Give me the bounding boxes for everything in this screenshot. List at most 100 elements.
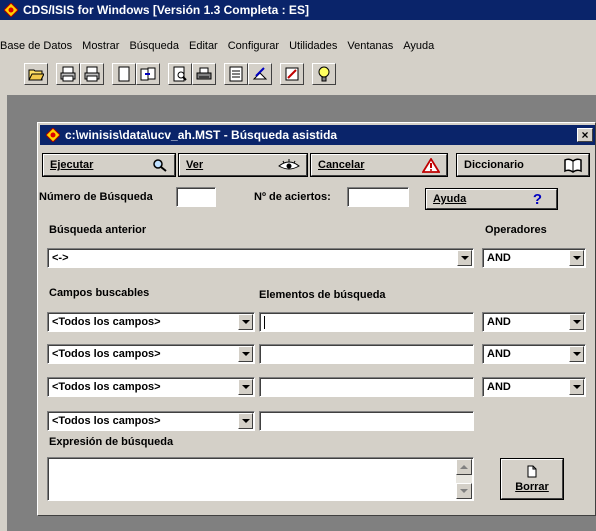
close-button[interactable]: ×	[577, 128, 593, 142]
ayuda-label: Ayuda	[433, 193, 467, 205]
document-icon	[527, 465, 537, 478]
borrar-label: Borrar	[515, 481, 549, 493]
operador-anterior-value: AND	[487, 252, 511, 264]
print-rtf-button[interactable]	[80, 63, 104, 85]
ayuda-button[interactable]: Ayuda ?	[425, 188, 558, 210]
menu-busqueda[interactable]: Búsqueda	[129, 40, 179, 52]
search-dialog: c:\winisis\data\ucv_ah.MST - Búsqueda as…	[37, 122, 596, 516]
warning-icon	[422, 157, 440, 173]
menu-utilidades[interactable]: Utilidades	[289, 40, 337, 52]
campo-combo-1[interactable]: <Todos los campos>	[47, 312, 255, 332]
campo-value-3: <Todos los campos>	[52, 381, 161, 393]
open-folder-icon	[28, 69, 44, 81]
campo-value-4: <Todos los campos>	[52, 415, 161, 427]
operador-value-3: AND	[487, 381, 511, 393]
help-icon: ?	[532, 190, 542, 208]
chevron-down-icon[interactable]	[569, 379, 584, 395]
campos-buscables-label: Campos buscables	[49, 287, 150, 299]
close-icon: ×	[581, 128, 589, 142]
chevron-down-icon[interactable]	[238, 379, 253, 395]
operador-combo-1[interactable]: AND	[482, 312, 586, 332]
pencil-button[interactable]	[280, 63, 304, 85]
expresion-textarea[interactable]	[47, 457, 474, 501]
n-aciertos-label: Nº de aciertos:	[254, 191, 331, 203]
menu-ayuda[interactable]: Ayuda	[403, 40, 434, 52]
menu-mostrar[interactable]: Mostrar	[82, 40, 119, 52]
menu-configurar[interactable]: Configurar	[228, 40, 279, 52]
borrar-button[interactable]: Borrar	[500, 458, 564, 500]
numero-busqueda-field[interactable]	[176, 187, 216, 207]
form-icon	[229, 66, 243, 82]
dialog-titlebar: c:\winisis\data\ucv_ah.MST - Búsqueda as…	[40, 125, 595, 145]
operador-value-1: AND	[487, 316, 511, 328]
lightbulb-button[interactable]	[312, 63, 336, 85]
chevron-down-icon[interactable]	[569, 250, 584, 266]
n-aciertos-field[interactable]	[347, 187, 409, 207]
printer-button[interactable]	[192, 63, 216, 85]
toolbar	[24, 61, 336, 87]
operador-combo-2[interactable]: AND	[482, 344, 586, 364]
elemento-input-1[interactable]	[259, 312, 474, 332]
open-folder-button[interactable]	[24, 63, 48, 85]
vertical-scrollbar[interactable]	[456, 459, 472, 499]
text-caret	[264, 315, 265, 329]
ver-button[interactable]: Ver	[178, 153, 308, 177]
menu-editar[interactable]: Editar	[189, 40, 218, 52]
campo-value-2: <Todos los campos>	[52, 348, 161, 360]
lightbulb-icon	[318, 66, 330, 82]
campo-combo-2[interactable]: <Todos los campos>	[47, 344, 255, 364]
busqueda-anterior-value: <->	[52, 252, 69, 264]
numero-busqueda-label: Número de Búsqueda	[39, 191, 153, 203]
chevron-down-icon[interactable]	[238, 314, 253, 330]
chevron-down-icon[interactable]	[238, 413, 253, 429]
document-icon	[118, 66, 130, 82]
ver-label: Ver	[186, 159, 204, 171]
printer-icon	[196, 67, 212, 80]
copy-doc-icon	[140, 67, 156, 81]
chevron-down-icon[interactable]	[569, 346, 584, 362]
scroll-up-button[interactable]	[456, 459, 472, 475]
preview-button[interactable]	[168, 63, 192, 85]
operadores-label: Operadores	[485, 224, 547, 236]
campo-combo-3[interactable]: <Todos los campos>	[47, 377, 255, 397]
operador-combo-3[interactable]: AND	[482, 377, 586, 397]
chevron-down-icon[interactable]	[569, 314, 584, 330]
print-rtf-icon	[84, 66, 100, 82]
app-icon	[4, 3, 18, 17]
preview-icon	[173, 66, 187, 82]
app-title: CDS/ISIS for Windows [Versión 1.3 Comple…	[23, 3, 309, 17]
operador-anterior-combo[interactable]: AND	[482, 248, 586, 268]
diccionario-label: Diccionario	[464, 159, 524, 171]
document-button[interactable]	[112, 63, 136, 85]
campo-value-1: <Todos los campos>	[52, 316, 161, 328]
chevron-down-icon[interactable]	[238, 346, 253, 362]
print-txt-icon	[60, 66, 76, 82]
app-titlebar: CDS/ISIS for Windows [Versión 1.3 Comple…	[0, 0, 596, 20]
copy-doc-button[interactable]	[136, 63, 160, 85]
ejecutar-button[interactable]: Ejecutar	[42, 153, 176, 177]
elemento-input-3[interactable]	[259, 377, 474, 397]
menu-base-de-datos[interactable]: Base de Datos	[0, 40, 72, 52]
cancelar-button[interactable]: Cancelar	[310, 153, 448, 177]
print-txt-button[interactable]	[56, 63, 80, 85]
chevron-down-icon[interactable]	[457, 250, 472, 266]
busqueda-anterior-combo[interactable]: <->	[47, 248, 474, 268]
menubar: Base de Datos Mostrar Búsqueda Editar Co…	[0, 37, 596, 55]
diccionario-button[interactable]: Diccionario	[456, 153, 590, 177]
busqueda-anterior-label: Búsqueda anterior	[49, 224, 147, 236]
dialog-title: c:\winisis\data\ucv_ah.MST - Búsqueda as…	[65, 128, 338, 142]
edit-form-button[interactable]	[248, 63, 272, 85]
cancelar-label: Cancelar	[318, 159, 365, 171]
edit-form-icon	[252, 67, 268, 80]
book-icon	[564, 157, 582, 173]
scroll-down-button[interactable]	[456, 483, 472, 499]
expresion-label: Expresión de búsqueda	[49, 436, 174, 448]
elementos-busqueda-label: Elementos de búsqueda	[259, 289, 386, 301]
elemento-input-2[interactable]	[259, 344, 474, 364]
campo-combo-4[interactable]: <Todos los campos>	[47, 411, 255, 431]
ejecutar-label: Ejecutar	[50, 159, 94, 171]
dialog-icon	[46, 128, 60, 142]
form-button[interactable]	[224, 63, 248, 85]
menu-ventanas[interactable]: Ventanas	[347, 40, 393, 52]
elemento-input-4[interactable]	[259, 411, 474, 431]
